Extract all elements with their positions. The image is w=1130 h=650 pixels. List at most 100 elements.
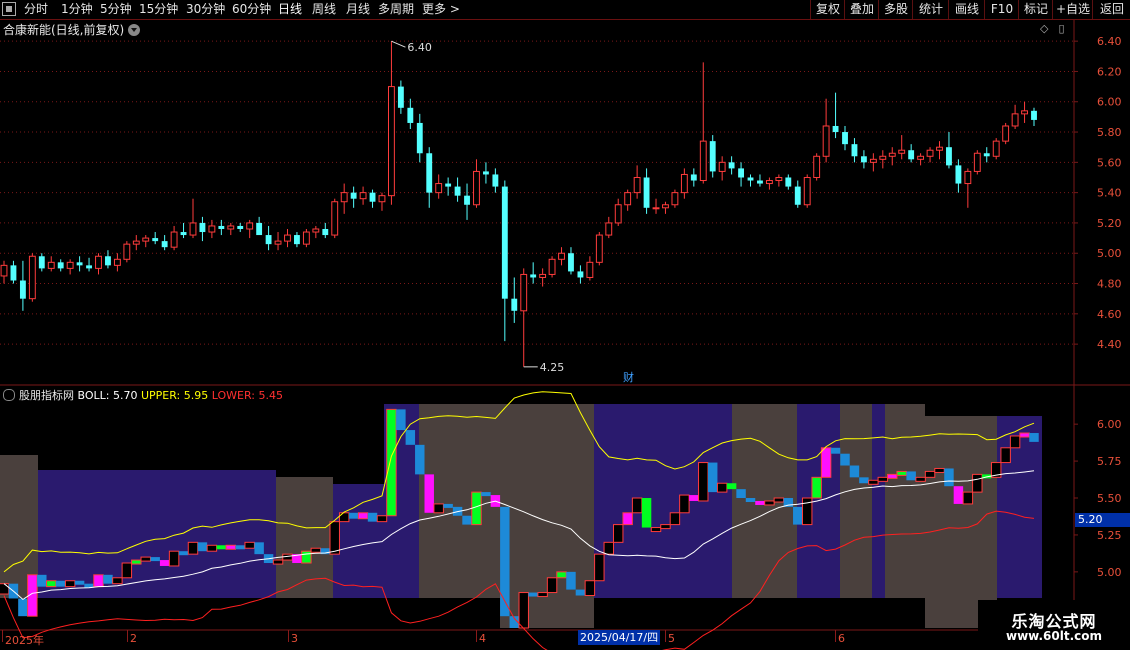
candle bbox=[690, 168, 697, 187]
indicator-box bbox=[244, 541, 255, 549]
candle bbox=[482, 162, 489, 184]
indicator-box bbox=[944, 468, 954, 487]
indicator-box bbox=[55, 580, 66, 587]
candle bbox=[964, 168, 972, 208]
indicator-box bbox=[1029, 433, 1039, 442]
indicator-zone bbox=[276, 477, 333, 598]
indicator-title[interactable]: 股朋指标网 BOLL: 5.70 UPPER: 5.95 LOWER: 5.45 bbox=[3, 387, 283, 403]
indicator-box bbox=[225, 544, 237, 550]
indicator-box bbox=[566, 571, 576, 590]
candle-body bbox=[917, 155, 925, 160]
indicator-box bbox=[631, 497, 643, 514]
indicator-box bbox=[74, 580, 85, 585]
indicator-box bbox=[906, 471, 916, 481]
candle bbox=[595, 232, 603, 266]
indicator-box bbox=[584, 580, 596, 597]
indicator-box bbox=[46, 580, 57, 588]
candle bbox=[794, 180, 801, 208]
candle bbox=[501, 180, 508, 342]
candle bbox=[113, 253, 121, 272]
indicator-box bbox=[168, 550, 180, 567]
candle bbox=[643, 168, 650, 214]
date-tick bbox=[288, 630, 289, 642]
indicator-box bbox=[471, 491, 482, 526]
indicator-box bbox=[376, 515, 388, 523]
price-tick-label: 5.60 bbox=[1097, 156, 1122, 169]
candle-body bbox=[738, 168, 744, 178]
candle bbox=[520, 268, 528, 367]
candle-body bbox=[946, 147, 952, 166]
date-label: 3 bbox=[291, 632, 298, 645]
candle bbox=[860, 150, 867, 169]
chart-canvas[interactable]: 6.40 6.20 6.00 5.80 5.60 5.40 5.20 5.00 4.80 4.60… bbox=[0, 0, 1130, 650]
candle-body bbox=[539, 273, 547, 278]
candle-body bbox=[803, 176, 811, 206]
chevron-down-icon[interactable] bbox=[128, 23, 141, 36]
indicator-box bbox=[849, 465, 860, 478]
indicator-box bbox=[622, 512, 633, 526]
indicator-box bbox=[1019, 432, 1030, 438]
candle bbox=[340, 183, 348, 214]
candle-body bbox=[208, 225, 216, 233]
indicator-settings-icon[interactable] bbox=[3, 389, 15, 401]
indicator-box bbox=[793, 506, 803, 525]
candle-body bbox=[397, 86, 404, 108]
candle-body bbox=[265, 235, 272, 245]
candle-body bbox=[832, 125, 839, 133]
candle bbox=[28, 253, 36, 302]
candle bbox=[842, 125, 848, 151]
candle bbox=[671, 189, 679, 208]
candle bbox=[378, 192, 386, 211]
indicator-box bbox=[140, 556, 151, 562]
candle bbox=[10, 260, 17, 284]
indicator-tick-label: 5.50 bbox=[1097, 492, 1122, 505]
candle-body bbox=[246, 222, 254, 230]
indicator-box bbox=[443, 503, 453, 508]
candle bbox=[47, 256, 55, 272]
chart-title[interactable]: 合康新能(日线,前复权) bbox=[3, 21, 141, 38]
indicator-box bbox=[272, 559, 284, 565]
indicator-box bbox=[726, 483, 737, 490]
candle bbox=[38, 253, 45, 272]
candle-body bbox=[699, 140, 707, 182]
candle-body bbox=[1002, 125, 1010, 142]
indicator-box bbox=[915, 476, 926, 482]
date-tick bbox=[2, 630, 3, 642]
diamond-icon[interactable]: ◇ bbox=[1040, 22, 1048, 35]
indicator-box bbox=[216, 545, 227, 550]
candle bbox=[152, 232, 159, 245]
candle bbox=[879, 150, 887, 169]
indicator-box bbox=[103, 574, 113, 584]
candle bbox=[170, 225, 178, 251]
candle bbox=[586, 256, 594, 281]
candle bbox=[473, 159, 480, 208]
candle-body bbox=[747, 177, 754, 181]
indicator-box bbox=[1009, 435, 1021, 449]
candle bbox=[511, 277, 518, 323]
candle-body bbox=[105, 256, 111, 266]
candle-body bbox=[908, 150, 915, 160]
candle-body bbox=[586, 261, 594, 278]
lower-value: 5.45 bbox=[258, 389, 284, 402]
candle bbox=[605, 216, 613, 239]
annotations: 6.40 4.25 财 bbox=[391, 40, 634, 384]
collapse-panel-icon[interactable]: ▯ bbox=[1058, 22, 1064, 35]
candle-body bbox=[775, 176, 783, 182]
candle bbox=[312, 225, 320, 239]
candle-body bbox=[785, 177, 792, 187]
indicator-box bbox=[764, 500, 775, 506]
indicator-box bbox=[329, 521, 340, 555]
candle-body bbox=[388, 86, 395, 197]
candle-body bbox=[350, 192, 357, 199]
candle bbox=[435, 174, 443, 199]
candle bbox=[454, 177, 461, 202]
candle bbox=[86, 257, 92, 272]
indicator-box bbox=[150, 557, 160, 562]
watermark-url: www.60lt.com bbox=[1005, 629, 1103, 643]
candle bbox=[105, 250, 111, 269]
indicator-box bbox=[537, 592, 548, 598]
candle bbox=[577, 265, 584, 284]
indicator-box bbox=[206, 544, 218, 552]
candle-body bbox=[445, 183, 452, 187]
candle bbox=[785, 174, 792, 190]
